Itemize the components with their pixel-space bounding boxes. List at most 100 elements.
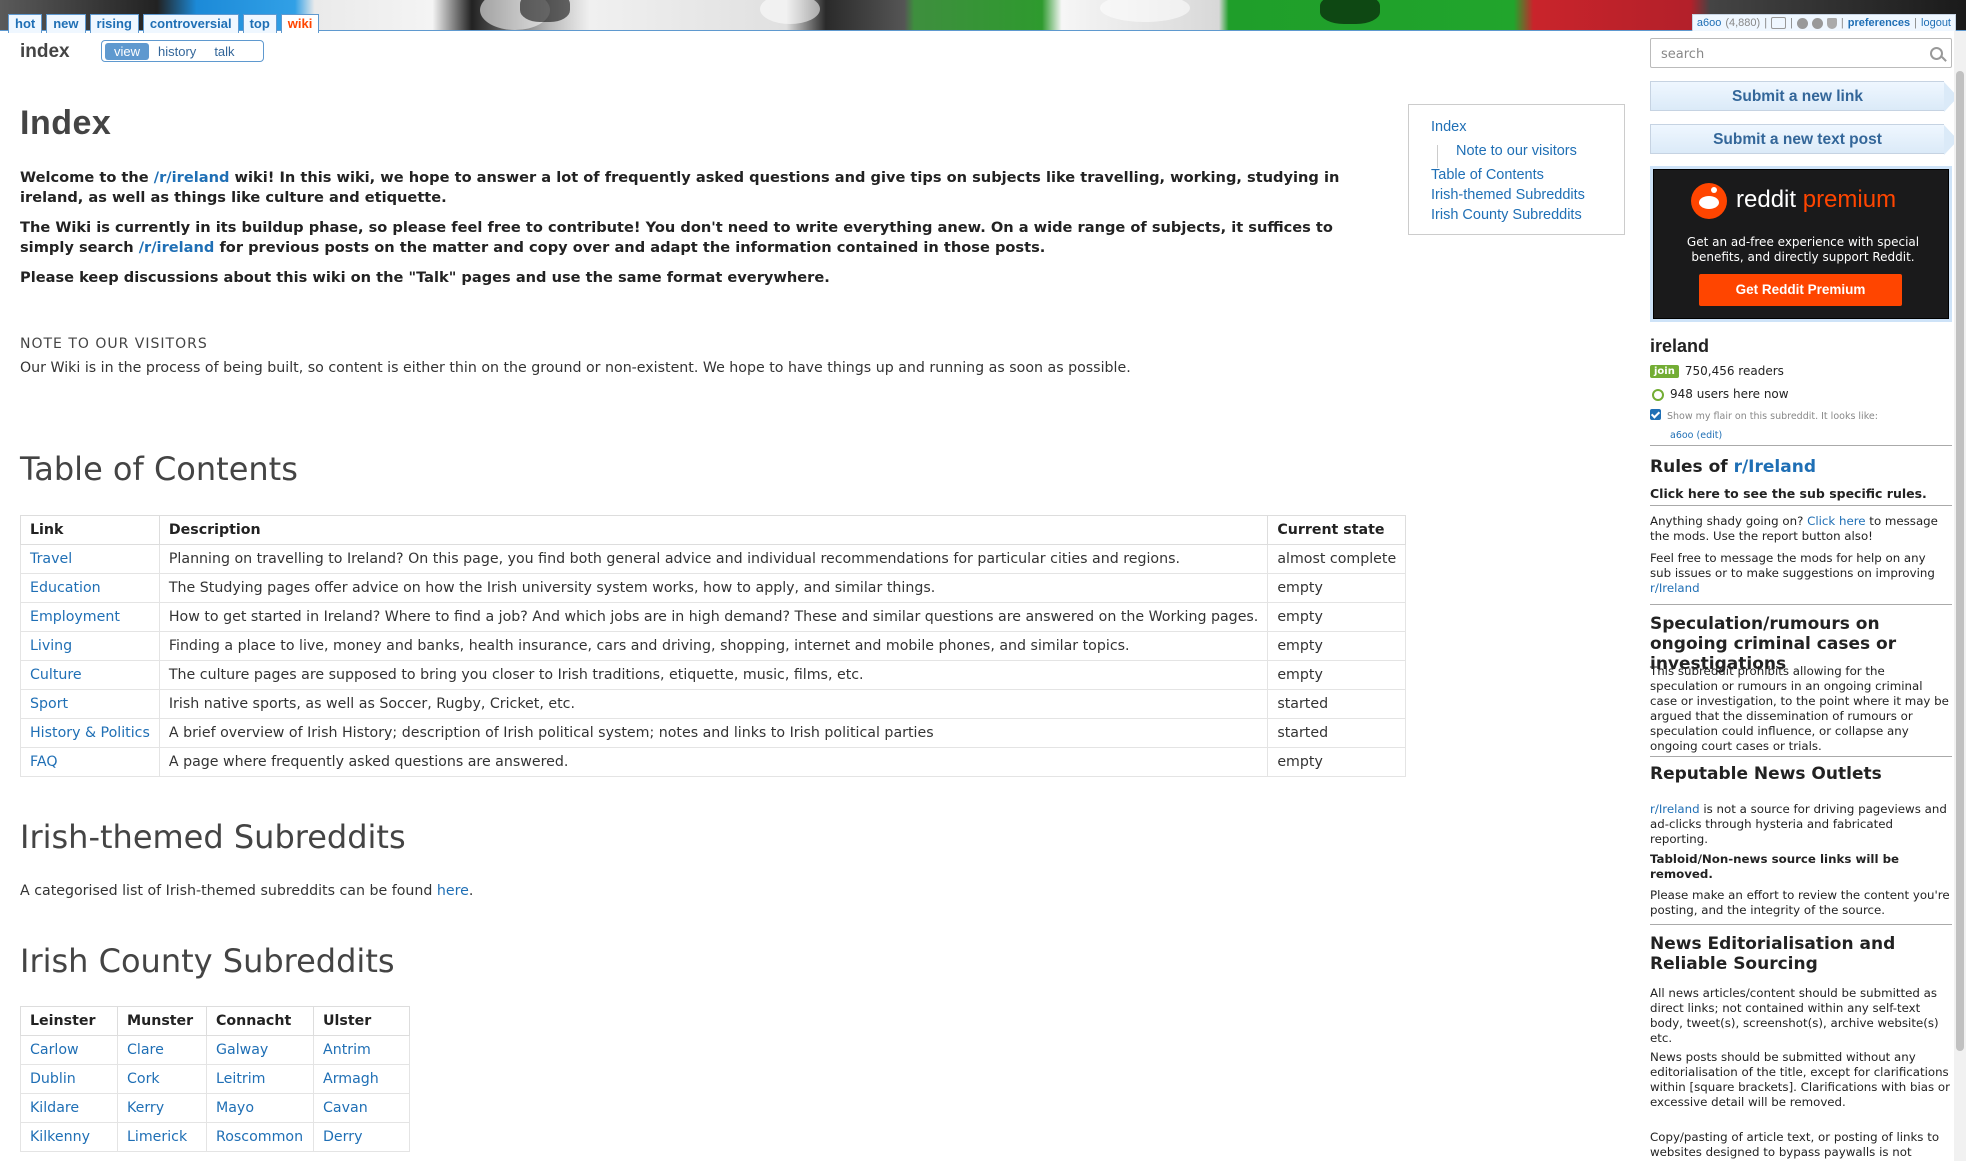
search-icon[interactable] bbox=[1930, 47, 1943, 60]
flair-edit-link[interactable]: (edit) bbox=[1697, 430, 1723, 441]
subreddit-link[interactable]: r/Ireland bbox=[1650, 802, 1700, 816]
mod-shield-icon[interactable] bbox=[1826, 17, 1837, 29]
tab-new[interactable]: new bbox=[46, 14, 86, 33]
table-row: Kilkenny Limerick Roscommon Derry bbox=[20, 1122, 410, 1152]
wiki-page-link[interactable]: Travel bbox=[20, 544, 160, 574]
column-header: Munster bbox=[117, 1006, 207, 1036]
wiki-page-link[interactable]: Sport bbox=[20, 689, 160, 719]
subreddit-link[interactable]: r/Ireland bbox=[1650, 581, 1700, 595]
visitors-heading: NOTE TO OUR VISITORS bbox=[20, 336, 208, 352]
table-row: Education The Studying pages offer advice… bbox=[20, 573, 1407, 603]
description-cell: The culture pages are supposed to bring … bbox=[158, 660, 1269, 690]
county-subreddit-link[interactable]: Cork bbox=[117, 1064, 207, 1094]
wiki-page-name: index bbox=[20, 41, 70, 62]
submit-link-button[interactable]: Submit a new link bbox=[1650, 81, 1958, 112]
county-subreddit-link[interactable]: Armagh bbox=[313, 1064, 410, 1094]
divider bbox=[1650, 445, 1952, 446]
scrollbar[interactable] bbox=[1954, 31, 1966, 1161]
table-row: Dublin Cork Leitrim Armagh bbox=[20, 1064, 410, 1094]
banner-art bbox=[760, 0, 820, 24]
submit-text-button[interactable]: Submit a new text post bbox=[1650, 124, 1958, 155]
county-subreddit-link[interactable]: Carlow bbox=[20, 1035, 118, 1065]
wiki-page-link[interactable]: Culture bbox=[20, 660, 160, 690]
intro-paragraph-1: Welcome to the /r/ireland wiki! In this … bbox=[20, 168, 1390, 208]
wiki-tabs: view history talk bbox=[101, 40, 264, 62]
county-subreddit-link[interactable]: Galway bbox=[206, 1035, 314, 1065]
tab-top[interactable]: top bbox=[242, 14, 277, 33]
themed-here-link[interactable]: here bbox=[437, 883, 469, 899]
wiki-page-link[interactable]: Employment bbox=[20, 602, 160, 632]
county-subreddit-link[interactable]: Derry bbox=[313, 1122, 410, 1152]
rules-subreddit-link[interactable]: r/Ireland bbox=[1734, 457, 1816, 477]
online-count: 948 users here now bbox=[1670, 387, 1789, 401]
preferences-link[interactable]: preferences bbox=[1848, 15, 1910, 31]
subreddit-link[interactable]: /r/ireland bbox=[154, 169, 230, 186]
county-subreddit-link[interactable]: Clare bbox=[117, 1035, 207, 1065]
get-premium-button[interactable]: Get Reddit Premium bbox=[1699, 274, 1902, 306]
wiki-page-link[interactable]: Education bbox=[20, 573, 160, 603]
state-cell: started bbox=[1267, 689, 1407, 719]
table-row: Carlow Clare Galway Antrim bbox=[20, 1035, 410, 1065]
editorialisation-title: News Editorialisation and Reliable Sourc… bbox=[1650, 934, 1896, 974]
username-link[interactable]: a6oo bbox=[1697, 15, 1721, 31]
tab-controversial[interactable]: controversial bbox=[142, 14, 239, 33]
wiki-page-link[interactable]: FAQ bbox=[20, 747, 160, 777]
chat-icon[interactable] bbox=[1796, 17, 1808, 29]
mail-icon[interactable] bbox=[1771, 17, 1787, 29]
toc-item[interactable]: Irish County Subreddits bbox=[1431, 207, 1582, 223]
online-icon bbox=[1652, 388, 1664, 401]
tab-wiki[interactable]: wiki bbox=[280, 14, 320, 33]
toc-item[interactable]: Note to our visitors bbox=[1456, 143, 1577, 159]
county-subreddit-link[interactable]: Limerick bbox=[117, 1122, 207, 1152]
county-subreddit-link[interactable]: Dublin bbox=[20, 1064, 118, 1094]
table-row: Living Finding a place to live, money and… bbox=[20, 631, 1407, 661]
tab-talk[interactable]: talk bbox=[205, 43, 243, 60]
message-mods-link[interactable]: Click here bbox=[1807, 514, 1865, 528]
wiki-page-link[interactable]: Living bbox=[20, 631, 160, 661]
rules-link[interactable]: Click here to see the sub specific rules… bbox=[1650, 486, 1950, 501]
intro-text: for previous posts on the matter and cop… bbox=[214, 239, 1046, 256]
table-row: Employment How to get started in Ireland?… bbox=[20, 602, 1407, 632]
toc-item[interactable]: Irish-themed Subreddits bbox=[1431, 187, 1585, 203]
subreddit-link[interactable]: /r/ireland bbox=[139, 239, 215, 256]
state-cell: empty bbox=[1267, 747, 1407, 777]
logout-link[interactable]: logout bbox=[1921, 15, 1951, 31]
editorialisation-text-1: All news articles/content should be subm… bbox=[1650, 986, 1939, 1045]
county-subreddit-link[interactable]: Kilkenny bbox=[20, 1122, 118, 1152]
editorialisation-text-3[interactable]: Copy/pasting of article text, or posting… bbox=[1650, 1130, 1950, 1160]
divider bbox=[1650, 505, 1952, 506]
scrollbar-thumb[interactable] bbox=[1956, 71, 1964, 1051]
notification-icon[interactable] bbox=[1811, 17, 1823, 29]
table-row: Travel Planning on travelling to Ireland?… bbox=[20, 544, 1407, 574]
search-placeholder: search bbox=[1661, 47, 1705, 62]
join-button[interactable]: join bbox=[1650, 365, 1679, 378]
county-subreddit-link[interactable]: Cavan bbox=[313, 1093, 410, 1123]
tab-hot[interactable]: hot bbox=[8, 14, 43, 33]
county-subreddit-link[interactable]: Kerry bbox=[117, 1093, 207, 1123]
county-subreddit-link[interactable]: Kildare bbox=[20, 1093, 118, 1123]
themed-text: A categorised list of Irish-themed subre… bbox=[20, 883, 473, 899]
county-subreddit-link[interactable]: Roscommon bbox=[206, 1122, 314, 1152]
tab-rising[interactable]: rising bbox=[89, 14, 139, 33]
toc-item[interactable]: Index bbox=[1431, 119, 1466, 135]
county-subreddit-link[interactable]: Mayo bbox=[206, 1093, 314, 1123]
table-row: History & Politics A brief overview of Ir… bbox=[20, 718, 1407, 748]
banner-art bbox=[520, 0, 570, 22]
state-cell: almost complete bbox=[1267, 544, 1407, 574]
county-subreddit-link[interactable]: Leitrim bbox=[206, 1064, 314, 1094]
county-subreddit-link[interactable]: Antrim bbox=[313, 1035, 410, 1065]
tab-view[interactable]: view bbox=[105, 42, 150, 60]
tab-history[interactable]: history bbox=[149, 43, 205, 60]
flair-username[interactable]: a6oo bbox=[1670, 430, 1694, 441]
state-cell: started bbox=[1267, 718, 1407, 748]
wiki-page-link[interactable]: History & Politics bbox=[20, 718, 160, 748]
flair-checkbox[interactable] bbox=[1650, 409, 1661, 420]
table-header-row: Link Description Current state bbox=[20, 515, 1407, 545]
description-cell: Planning on travelling to Ireland? On th… bbox=[158, 544, 1269, 574]
description-cell: How to get started in Ireland? Where to … bbox=[158, 602, 1269, 632]
flair-line: Show my flair on this subreddit. It look… bbox=[1650, 409, 1950, 424]
brand-reddit: reddit bbox=[1736, 186, 1797, 213]
search-input[interactable]: search bbox=[1650, 38, 1952, 68]
toc-table: Link Description Current state Travel Pla… bbox=[20, 515, 1407, 777]
toc-item[interactable]: Table of Contents bbox=[1431, 167, 1544, 183]
